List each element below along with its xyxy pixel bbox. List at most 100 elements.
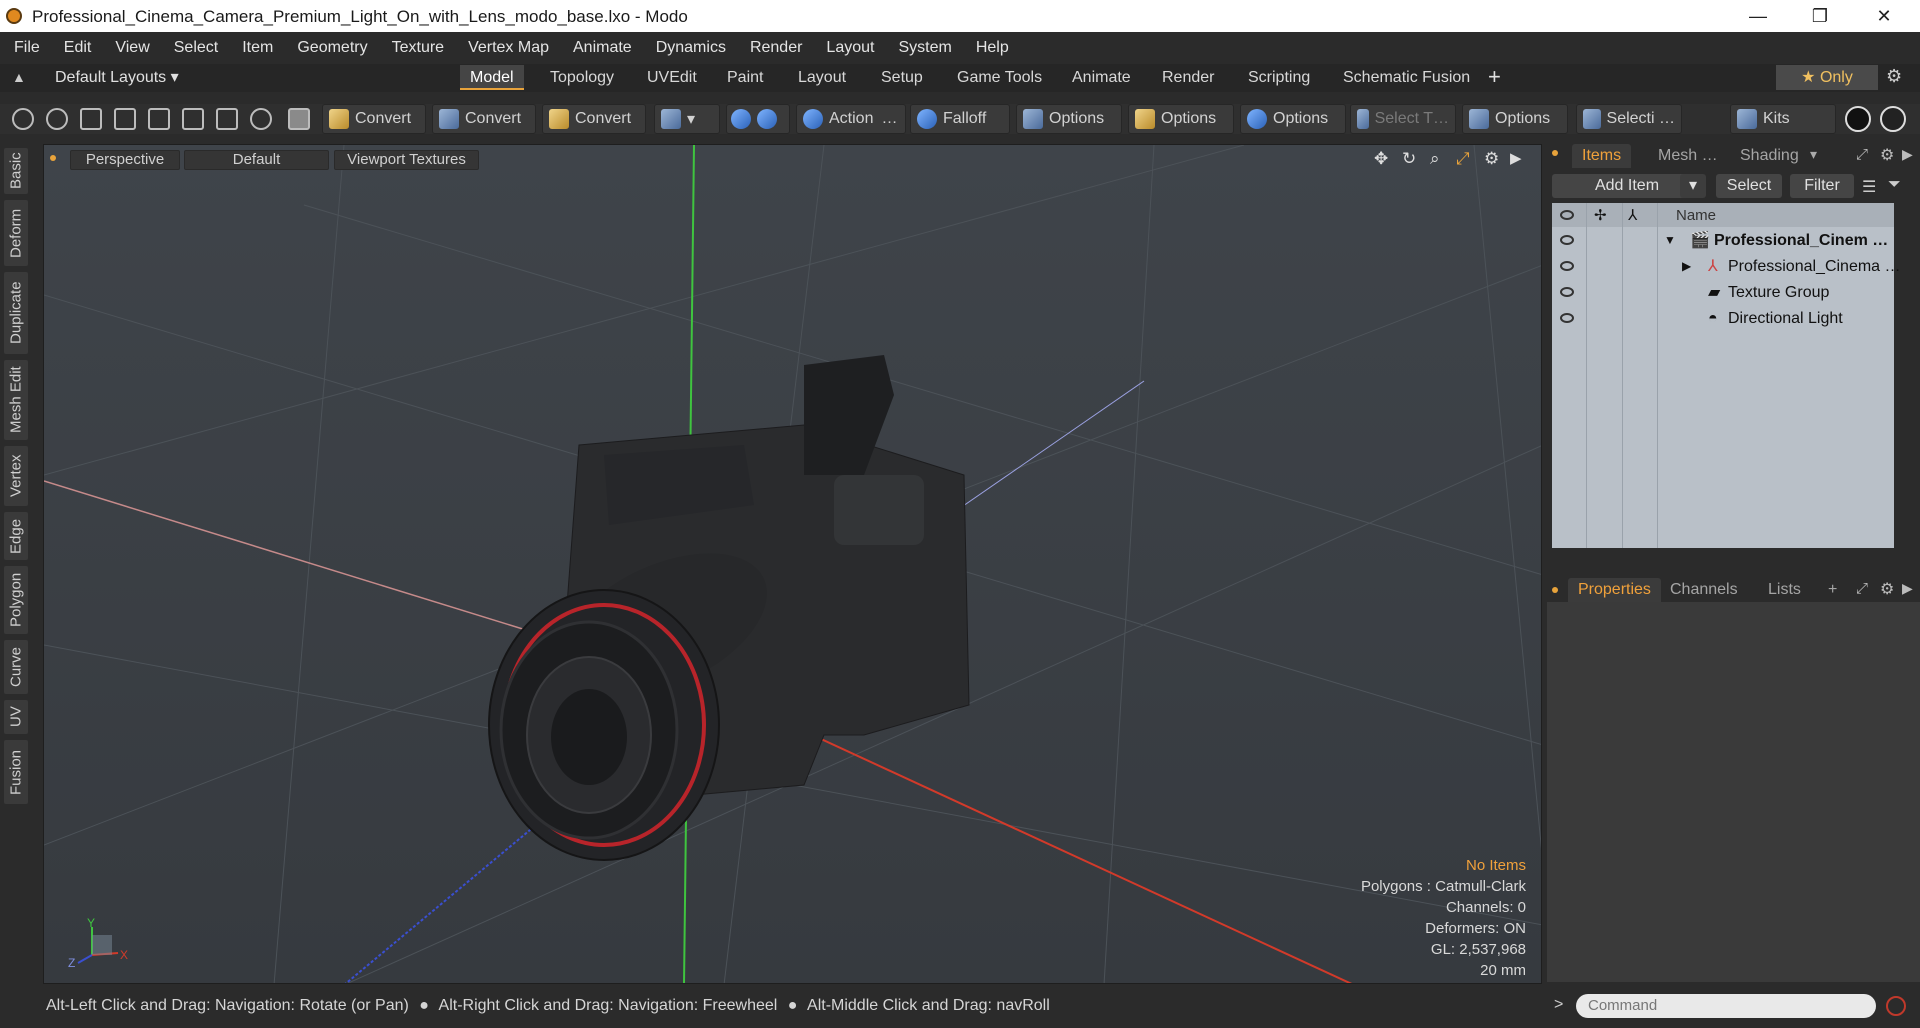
tab-channels[interactable]: Channels	[1670, 578, 1738, 602]
unreal-icon[interactable]	[1880, 106, 1906, 132]
tab-properties[interactable]: Properties	[1568, 578, 1661, 602]
list-item-mesh[interactable]: ▶ ⅄ Professional_Cinema …	[1552, 254, 1901, 279]
menu-vertex-map[interactable]: Vertex Map	[468, 39, 549, 57]
list-options-icon[interactable]: ☰	[1862, 177, 1876, 197]
menu-layout[interactable]: Layout	[826, 39, 874, 57]
options-button-4[interactable]: Options	[1462, 104, 1568, 134]
name-column-header[interactable]: Name	[1676, 203, 1716, 228]
action-center-button[interactable]: Action…	[796, 104, 906, 134]
properties-panel-dot[interactable]	[1552, 587, 1558, 593]
menu-render[interactable]: Render	[750, 39, 802, 57]
tab-deform[interactable]: Deform	[4, 200, 28, 266]
tab-lists[interactable]: Lists	[1768, 578, 1801, 602]
maximize-viewport-icon[interactable]: ⤢	[1456, 149, 1470, 169]
tab-shading[interactable]: Shading	[1740, 144, 1799, 168]
list-item-scene[interactable]: ▼ 🎬 Professional_Cinem …	[1552, 228, 1894, 253]
tab-model[interactable]: Model	[460, 65, 524, 90]
tab-items[interactable]: Items	[1572, 144, 1632, 168]
expand-triangle-icon[interactable]: ▶	[1682, 254, 1691, 279]
menu-item[interactable]: Item	[242, 39, 273, 57]
tab-fusion[interactable]: Fusion	[4, 740, 28, 804]
close-button[interactable]: ✕	[1856, 0, 1912, 32]
eye-icon[interactable]	[1560, 287, 1574, 297]
viewport-settings-icon[interactable]: ⚙	[1484, 149, 1499, 169]
panel-arrow-icon[interactable]: ▶	[1902, 146, 1913, 163]
unity-icon[interactable]	[1845, 106, 1871, 132]
cube-icon[interactable]	[288, 108, 310, 130]
tab-schematic-fusion[interactable]: Schematic Fusion	[1333, 65, 1480, 90]
funnel-icon[interactable]: ⏷	[1888, 176, 1901, 194]
add-panel-tab-button[interactable]: +	[1828, 578, 1837, 602]
circle-select-icon[interactable]	[12, 108, 34, 130]
tab-paint[interactable]: Paint	[717, 65, 773, 90]
eye-icon[interactable]	[1560, 235, 1574, 245]
filter-button[interactable]: Filter	[1790, 174, 1854, 198]
falloff-button[interactable]: Falloff	[910, 104, 1010, 134]
menu-select[interactable]: Select	[174, 39, 218, 57]
minimize-button[interactable]: —	[1730, 0, 1786, 32]
add-item-chevron-icon[interactable]: ▾	[1680, 174, 1706, 198]
chevron-down-icon[interactable]: ▾	[1810, 146, 1817, 163]
tab-duplicate[interactable]: Duplicate	[4, 272, 28, 354]
eye-icon[interactable]	[1560, 261, 1574, 271]
polygon-icon[interactable]	[148, 108, 170, 130]
eye-icon[interactable]	[1560, 313, 1574, 323]
tab-vertex[interactable]: Vertex	[4, 446, 28, 506]
tab-polygon[interactable]: Polygon	[4, 566, 28, 634]
menu-texture[interactable]: Texture	[392, 39, 444, 57]
menu-system[interactable]: System	[898, 39, 951, 57]
add-tab-button[interactable]: +	[1488, 64, 1501, 90]
maximize-button[interactable]: ❐	[1792, 0, 1848, 32]
tab-setup[interactable]: Setup	[871, 65, 933, 90]
only-toggle[interactable]: ★ Only	[1776, 65, 1878, 90]
convert-button-1[interactable]: Convert	[322, 104, 426, 134]
menu-geometry[interactable]: Geometry	[297, 39, 367, 57]
vertex-icon[interactable]	[80, 108, 102, 130]
items-panel-dot[interactable]	[1552, 150, 1558, 156]
select-through-button[interactable]: Select T…	[1350, 104, 1456, 134]
list-item-texture-group[interactable]: ▰ Texture Group	[1552, 280, 1894, 305]
perspective-dropdown[interactable]: Perspective	[70, 150, 180, 170]
tab-uvedit[interactable]: UVEdit	[637, 65, 707, 90]
expand-triangle-icon[interactable]: ▼	[1664, 228, 1676, 253]
list-item-directional-light[interactable]: ◓ Directional Light	[1552, 306, 1894, 331]
tab-basic[interactable]: Basic	[4, 148, 28, 194]
pivot-icon[interactable]	[250, 108, 272, 130]
tab-uv[interactable]: UV	[4, 700, 28, 734]
tab-topology[interactable]: Topology	[540, 65, 624, 90]
options-button-1[interactable]: Options	[1016, 104, 1122, 134]
3d-viewport[interactable]: Y X Z Perspective Default Viewport Textu…	[43, 144, 1542, 984]
viewport-menu-dot[interactable]	[50, 155, 56, 161]
tab-game-tools[interactable]: Game Tools	[947, 65, 1052, 90]
gear-icon[interactable]: ⚙	[1880, 145, 1894, 165]
pan-icon[interactable]: ✥	[1374, 149, 1388, 169]
item-icon[interactable]	[182, 108, 204, 130]
layout-selector[interactable]: Default Layouts ▾	[55, 67, 179, 87]
tab-layout[interactable]: Layout	[788, 65, 856, 90]
zoom-icon[interactable]: ⌕	[1430, 149, 1440, 169]
shading-dropdown[interactable]: Default	[184, 150, 329, 170]
rotate-icon[interactable]: ↻	[1402, 149, 1416, 169]
options-button-3[interactable]: Options	[1240, 104, 1346, 134]
tab-animate[interactable]: Animate	[1062, 65, 1141, 90]
menu-help[interactable]: Help	[976, 39, 1009, 57]
tab-curve[interactable]: Curve	[4, 640, 28, 694]
tab-render[interactable]: Render	[1152, 65, 1224, 90]
select-button[interactable]: Select	[1716, 174, 1782, 198]
menu-dynamics[interactable]: Dynamics	[656, 39, 726, 57]
expand-arrow-icon[interactable]: ▶	[1510, 149, 1522, 167]
viewport-textures-dropdown[interactable]: Viewport Textures	[334, 150, 479, 170]
selection-sets-button[interactable]: Selecti …	[1576, 104, 1682, 134]
collapse-arrow-icon[interactable]: ▲	[12, 69, 26, 85]
menu-animate[interactable]: Animate	[573, 39, 632, 57]
tab-mesh[interactable]: Mesh …	[1658, 144, 1718, 168]
sphere-icon[interactable]	[46, 108, 68, 130]
convert-button-2[interactable]: Convert	[432, 104, 536, 134]
kits-button[interactable]: Kits	[1730, 104, 1836, 134]
tab-scripting[interactable]: Scripting	[1238, 65, 1320, 90]
tab-edge[interactable]: Edge	[4, 512, 28, 560]
menu-view[interactable]: View	[115, 39, 149, 57]
pop-out-icon[interactable]: ⤢	[1856, 580, 1868, 597]
menu-edit[interactable]: Edit	[64, 39, 92, 57]
material-icon[interactable]	[216, 108, 238, 130]
